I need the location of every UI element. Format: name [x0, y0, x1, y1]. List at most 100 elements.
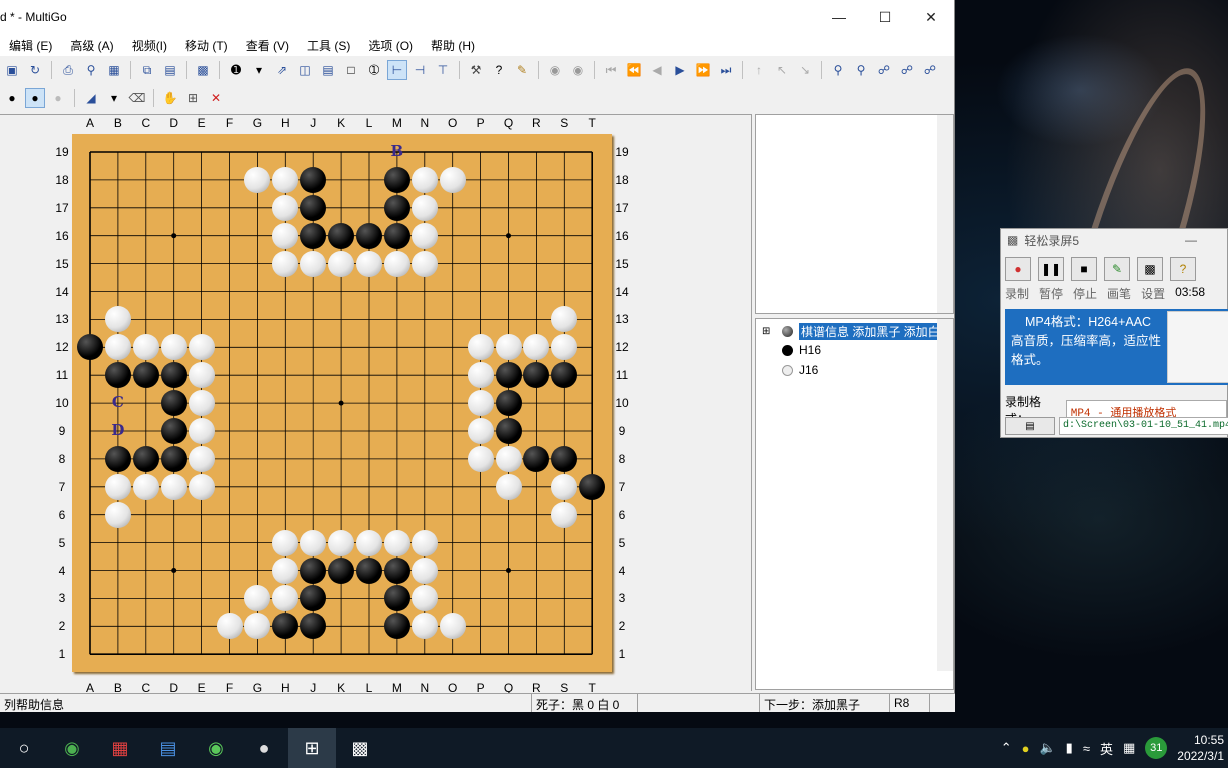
properties-icon[interactable]: ▩ — [193, 60, 213, 80]
go-board[interactable]: B C D — [72, 134, 612, 672]
image-export-icon[interactable]: ▦ — [104, 60, 124, 80]
menu-help[interactable]: 帮助 (H) — [422, 37, 484, 54]
fast-forward-icon[interactable]: ⏩ — [693, 60, 713, 80]
search-black-icon[interactable]: ⚲ — [828, 60, 848, 80]
tree-view-icon[interactable]: ⊢ — [387, 60, 407, 80]
up-variation-icon[interactable]: ↑ — [749, 60, 769, 80]
menu-video[interactable]: 视频(I) — [123, 37, 176, 54]
game-tree-pane[interactable]: ⊞ 棋谱信息 添加黑子 添加白 H16 J16 — [755, 318, 954, 690]
browser-icon[interactable]: ◉ — [48, 728, 96, 768]
search-icon[interactable]: ○ — [0, 728, 48, 768]
wifi-icon[interactable]: ≈ — [1083, 741, 1090, 756]
prev-variation-icon[interactable]: ↖ — [772, 60, 792, 80]
recorder-minimize-button[interactable]: — — [1185, 233, 1197, 247]
eraser-icon[interactable]: ⌫ — [127, 88, 147, 108]
print-icon[interactable]: ⎙ — [58, 60, 78, 80]
setup-icon[interactable]: ⊞ — [183, 88, 203, 108]
status-next-move: 下一步：添加黑子 — [760, 694, 890, 712]
split-v-icon[interactable]: ◫ — [295, 60, 315, 80]
back-icon[interactable]: ◀ — [647, 60, 667, 80]
marker-dropdown-icon[interactable]: ▾ — [104, 88, 124, 108]
comment-pane[interactable] — [755, 114, 954, 314]
pen-button[interactable]: ✎ — [1104, 257, 1130, 281]
menu-options[interactable]: 选项 (O) — [359, 37, 422, 54]
tree-scrollbar[interactable] — [937, 319, 953, 671]
close-button[interactable]: ✕ — [908, 0, 954, 34]
menu-view[interactable]: 查看 (V) — [237, 37, 298, 54]
search-white-icon[interactable]: ⚲ — [851, 60, 871, 80]
tray-expand-icon[interactable]: ⌃ — [1001, 740, 1012, 756]
square-icon[interactable]: □ — [341, 60, 361, 80]
paste-icon[interactable]: ▤ — [160, 60, 180, 80]
disc-icon[interactable]: ◉ — [545, 60, 565, 80]
menu-edit[interactable]: 编辑 (E) — [0, 37, 61, 54]
move-number-icon[interactable]: ➊ — [226, 60, 246, 80]
settings-button[interactable]: ▩ — [1137, 257, 1163, 281]
tray-app-icon[interactable]: ● — [1022, 741, 1030, 756]
disc2-icon[interactable]: ◉ — [568, 60, 588, 80]
output-path-field[interactable]: d:\Screen\03-01-10_51_41.mp4 — [1059, 417, 1228, 435]
tools-icon[interactable]: ⚒ — [466, 60, 486, 80]
find-prev-icon[interactable]: ☍ — [897, 60, 917, 80]
number-one-icon[interactable]: ➀ — [364, 60, 384, 80]
menu-tools[interactable]: 工具 (S) — [298, 37, 359, 54]
help-cursor-icon[interactable]: ? — [489, 60, 509, 80]
refresh-icon[interactable]: ↻ — [25, 60, 45, 80]
multigo-taskbar-icon[interactable]: ⊞ — [288, 728, 336, 768]
white-stone — [411, 222, 438, 249]
file-icon[interactable]: ▤ — [144, 728, 192, 768]
tree-node[interactable]: J16 — [782, 363, 818, 377]
volume-icon[interactable]: 🔈 — [1039, 740, 1055, 756]
tree-node-label: J16 — [799, 363, 819, 377]
white-stone-icon[interactable]: ● — [48, 88, 68, 108]
tree-branch-icon[interactable]: ⊤ — [433, 60, 453, 80]
minimize-button[interactable]: — — [816, 0, 862, 34]
alternate-stones-icon[interactable]: ● — [2, 88, 22, 108]
export-icon[interactable]: ⇗ — [272, 60, 292, 80]
notification-badge[interactable]: 31 — [1145, 737, 1168, 759]
save-folder-button[interactable]: ▤ — [1005, 417, 1055, 435]
next-variation-icon[interactable]: ↘ — [795, 60, 815, 80]
clock[interactable]: 10:55 2022/3/1 — [1177, 732, 1224, 764]
save-icon[interactable]: ▣ — [2, 60, 22, 80]
forward-icon[interactable]: ▶ — [670, 60, 690, 80]
preview-thumbnail — [1167, 311, 1228, 383]
app-icon[interactable]: ▦ — [96, 728, 144, 768]
toolbar-edit: ● ● ● ◢ ▾ ⌫ ✋ ⊞ ✕ — [0, 84, 954, 112]
triangle-marker-icon[interactable]: ◢ — [81, 88, 101, 108]
menu-move[interactable]: 移动 (T) — [176, 37, 237, 54]
find-next-icon[interactable]: ☍ — [920, 60, 940, 80]
last-move-icon[interactable]: ⏭ — [716, 60, 736, 80]
ime-mode-icon[interactable]: ▦ — [1123, 740, 1135, 756]
tree-node[interactable]: H16 — [782, 343, 821, 357]
stop-button[interactable]: ■ — [1071, 257, 1097, 281]
split-h-icon[interactable]: ▤ — [318, 60, 338, 80]
tree-root[interactable]: ⊞ 棋谱信息 添加黑子 添加白 — [762, 323, 942, 340]
record-button[interactable]: ● — [1005, 257, 1031, 281]
ime-indicator[interactable]: 英 — [1100, 739, 1113, 758]
expand-icon[interactable]: ⊞ — [762, 326, 770, 337]
recorder-title-bar[interactable]: ▩ 轻松录屏5 — — [1001, 229, 1227, 251]
battery-icon[interactable]: ▮ — [1066, 740, 1073, 756]
pause-button[interactable]: ❚❚ — [1038, 257, 1064, 281]
first-move-icon[interactable]: ⏮ — [601, 60, 621, 80]
print-preview-icon[interactable]: ⚲ — [81, 60, 101, 80]
help-button[interactable]: ? — [1170, 257, 1196, 281]
maximize-button[interactable]: ☐ — [862, 0, 908, 34]
wechat-icon[interactable]: ◉ — [192, 728, 240, 768]
title-bar[interactable]: d * - MultiGo — ☐ ✕ — [0, 0, 954, 34]
hand-icon[interactable]: ✋ — [160, 88, 180, 108]
qq-icon[interactable]: ● — [240, 728, 288, 768]
copy-icon[interactable]: ⧉ — [137, 60, 157, 80]
delete-icon[interactable]: ✕ — [206, 88, 226, 108]
binoculars-icon[interactable]: ☍ — [874, 60, 894, 80]
dropdown-icon[interactable]: ▾ — [249, 60, 269, 80]
black-stone-icon[interactable]: ● — [25, 88, 45, 108]
comment-scrollbar[interactable] — [937, 115, 953, 313]
brush-icon[interactable]: ✎ — [512, 60, 532, 80]
recorder-taskbar-icon[interactable]: ▩ — [336, 728, 384, 768]
white-stone — [160, 473, 187, 500]
fast-back-icon[interactable]: ⏪ — [624, 60, 644, 80]
tree-compact-icon[interactable]: ⊣ — [410, 60, 430, 80]
menu-advanced[interactable]: 高级 (A) — [61, 37, 122, 54]
